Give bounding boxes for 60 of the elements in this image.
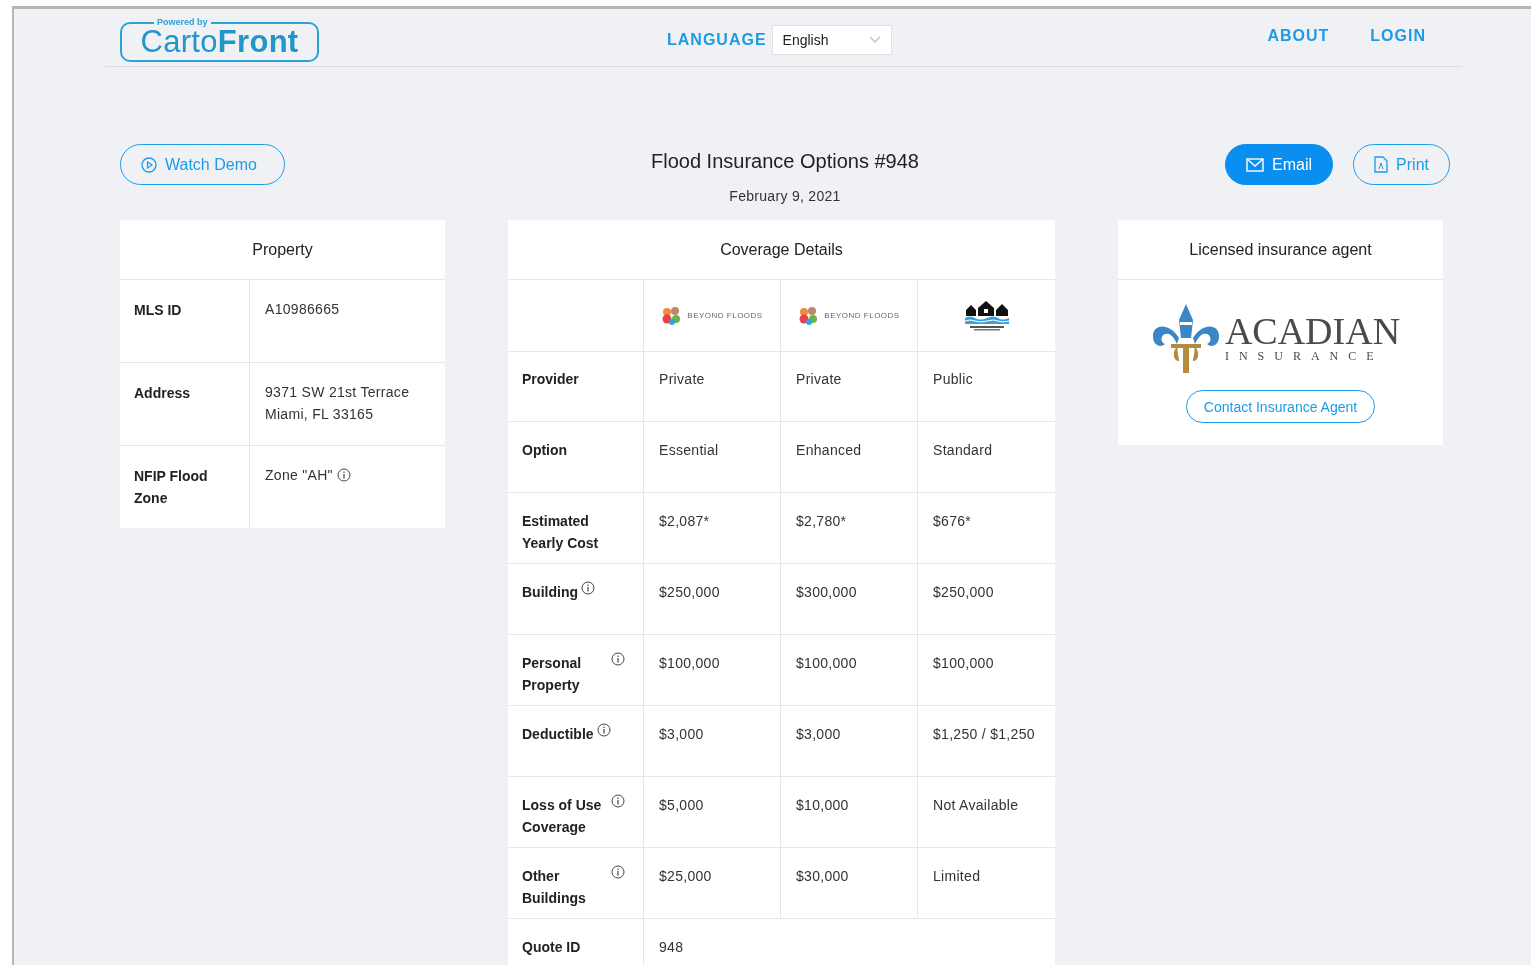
table-cell: $30,000 — [796, 868, 849, 884]
play-icon — [141, 156, 157, 173]
card-title: Licensed insurance agent — [1118, 220, 1443, 280]
table-cell-text: Option — [522, 441, 568, 460]
fleur-de-lis-icon — [1150, 302, 1221, 374]
houses-waves-icon — [963, 299, 1010, 332]
table-cell: Essential — [659, 442, 719, 458]
agency-logo-subtitle: INSURANCE — [1224, 348, 1385, 364]
table-cell-text: A10986665 — [265, 300, 340, 319]
table-cell: Private — [659, 371, 705, 387]
table-cell: $5,000 — [659, 797, 704, 813]
document-icon — [1374, 156, 1389, 173]
card-title: Coverage Details — [508, 220, 1055, 280]
table-cell-text: Other Buildings — [522, 867, 587, 908]
table-cell: $100,000 — [933, 655, 994, 671]
table-cell-text: Loss of Use Coverage — [522, 796, 603, 837]
table-cell: $3,000 — [659, 726, 704, 742]
table-cell: $250,000 — [933, 584, 994, 600]
table-cell: $676* — [933, 513, 972, 529]
envelope-icon — [1246, 157, 1265, 172]
table-cell-text: Building — [522, 583, 578, 602]
table-cell: NFIP Flood Zone — [120, 446, 250, 528]
table-cell: Public — [933, 371, 973, 387]
table-cell: $1,250 / $1,250 — [933, 726, 1035, 742]
quote-date: February 9, 2021 — [728, 188, 842, 204]
table-cell-text: Zone "AH" — [265, 466, 333, 485]
table-cell: $2,780* — [796, 513, 847, 529]
table-cell: $2,087* — [659, 513, 710, 529]
table-cell-text: Deductible — [522, 725, 594, 744]
table-cell: Not Available — [933, 797, 1019, 813]
table-cell-text: Quote ID — [522, 938, 581, 957]
table-cell: $250,000 — [659, 584, 720, 600]
language-select[interactable]: English — [771, 24, 892, 55]
table-cell-text: Provider — [522, 370, 579, 389]
table-cell: Standard — [933, 442, 993, 458]
table-cell: Limited — [933, 868, 981, 884]
provider-logo: BEYOND FLOODS — [798, 304, 900, 327]
table-cell-text: Estimated Yearly Cost — [522, 512, 600, 553]
provider-logo: BEYOND FLOODS — [661, 304, 763, 327]
table-cell: 948 — [659, 939, 684, 955]
table-cell: Address — [120, 363, 250, 445]
table-cell: $3,000 — [796, 726, 841, 742]
table-cell: $300,000 — [796, 584, 857, 600]
email-button[interactable]: Email — [1225, 144, 1334, 185]
table-cell: $100,000 — [796, 655, 857, 671]
table-cell-text: Personal Property — [522, 654, 583, 695]
table-cell-text: 9371 SW 21st Terrace Miami, FL 33165 — [265, 383, 410, 424]
page-title: Flood Insurance Options #948 — [650, 150, 920, 173]
card-title: Property — [120, 220, 445, 280]
language-label: LANGUAGE — [667, 30, 767, 49]
table-cell: $10,000 — [796, 797, 849, 813]
nav-link[interactable]: ABOUT — [1267, 26, 1330, 45]
table-cell: Private — [796, 371, 842, 387]
agency-logo-name: ACADIAN — [1224, 312, 1401, 349]
chevron-down-icon — [868, 35, 881, 44]
table-cell: $25,000 — [659, 868, 712, 884]
table-cell: Enhanced — [796, 442, 862, 458]
table-cell: MLS ID — [120, 280, 250, 362]
nav-link[interactable]: LOGIN — [1370, 26, 1426, 45]
table-cell: $100,000 — [659, 655, 720, 671]
